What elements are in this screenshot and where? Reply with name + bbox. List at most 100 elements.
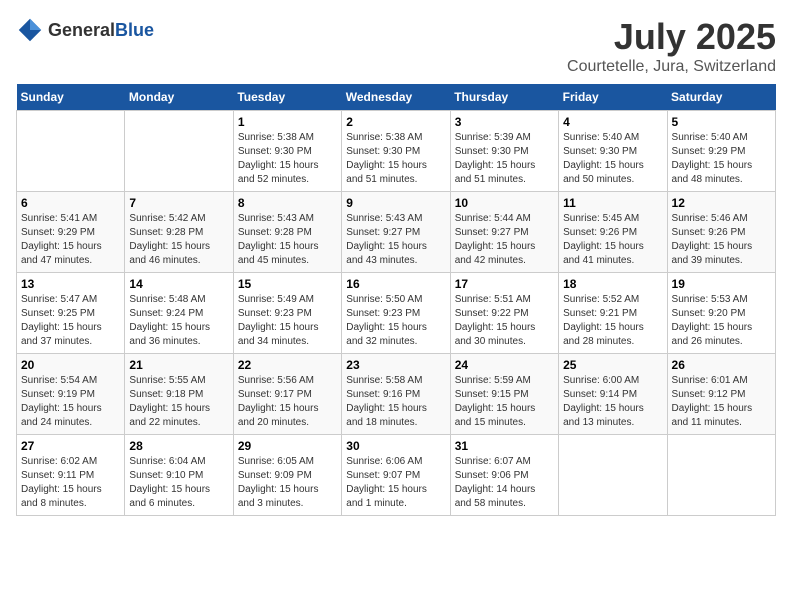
- day-number: 28: [129, 439, 228, 453]
- header-monday: Monday: [125, 84, 233, 111]
- calendar-week-row: 20 Sunrise: 5:54 AM Sunset: 9:19 PM Dayli…: [17, 354, 776, 435]
- calendar-week-row: 6 Sunrise: 5:41 AM Sunset: 9:29 PM Daylig…: [17, 192, 776, 273]
- calendar-cell: 2 Sunrise: 5:38 AM Sunset: 9:30 PM Daylig…: [342, 111, 450, 192]
- day-info: Sunrise: 6:05 AM Sunset: 9:09 PM Dayligh…: [238, 455, 337, 511]
- calendar-cell: 3 Sunrise: 5:39 AM Sunset: 9:30 PM Daylig…: [450, 111, 558, 192]
- day-number: 23: [346, 358, 445, 372]
- calendar-cell: 31 Sunrise: 6:07 AM Sunset: 9:06 PM Dayli…: [450, 435, 558, 516]
- calendar-cell: 14 Sunrise: 5:48 AM Sunset: 9:24 PM Dayli…: [125, 273, 233, 354]
- day-number: 8: [238, 196, 337, 210]
- page-header: GeneralBlue July 2025 Courtetelle, Jura,…: [16, 16, 776, 76]
- day-number: 20: [21, 358, 120, 372]
- day-number: 14: [129, 277, 228, 291]
- calendar-cell: 24 Sunrise: 5:59 AM Sunset: 9:15 PM Dayli…: [450, 354, 558, 435]
- day-info: Sunrise: 6:06 AM Sunset: 9:07 PM Dayligh…: [346, 455, 445, 511]
- logo: GeneralBlue: [16, 16, 154, 44]
- day-number: 30: [346, 439, 445, 453]
- calendar-header-row: SundayMondayTuesdayWednesdayThursdayFrid…: [17, 84, 776, 111]
- day-info: Sunrise: 5:50 AM Sunset: 9:23 PM Dayligh…: [346, 293, 445, 349]
- day-info: Sunrise: 5:45 AM Sunset: 9:26 PM Dayligh…: [563, 212, 662, 268]
- calendar-cell: 8 Sunrise: 5:43 AM Sunset: 9:28 PM Daylig…: [233, 192, 341, 273]
- day-info: Sunrise: 5:42 AM Sunset: 9:28 PM Dayligh…: [129, 212, 228, 268]
- day-number: 12: [672, 196, 771, 210]
- day-info: Sunrise: 5:55 AM Sunset: 9:18 PM Dayligh…: [129, 374, 228, 430]
- day-number: 25: [563, 358, 662, 372]
- calendar-cell: 28 Sunrise: 6:04 AM Sunset: 9:10 PM Dayli…: [125, 435, 233, 516]
- header-saturday: Saturday: [667, 84, 775, 111]
- calendar-cell: 25 Sunrise: 6:00 AM Sunset: 9:14 PM Dayli…: [559, 354, 667, 435]
- calendar-week-row: 27 Sunrise: 6:02 AM Sunset: 9:11 PM Dayli…: [17, 435, 776, 516]
- calendar-week-row: 13 Sunrise: 5:47 AM Sunset: 9:25 PM Dayli…: [17, 273, 776, 354]
- day-info: Sunrise: 6:00 AM Sunset: 9:14 PM Dayligh…: [563, 374, 662, 430]
- day-info: Sunrise: 6:07 AM Sunset: 9:06 PM Dayligh…: [455, 455, 554, 511]
- day-info: Sunrise: 6:01 AM Sunset: 9:12 PM Dayligh…: [672, 374, 771, 430]
- calendar-cell: 15 Sunrise: 5:49 AM Sunset: 9:23 PM Dayli…: [233, 273, 341, 354]
- month-year-title: July 2025: [567, 16, 776, 58]
- day-info: Sunrise: 5:39 AM Sunset: 9:30 PM Dayligh…: [455, 131, 554, 187]
- calendar-cell: 26 Sunrise: 6:01 AM Sunset: 9:12 PM Dayli…: [667, 354, 775, 435]
- day-info: Sunrise: 5:56 AM Sunset: 9:17 PM Dayligh…: [238, 374, 337, 430]
- day-info: Sunrise: 5:59 AM Sunset: 9:15 PM Dayligh…: [455, 374, 554, 430]
- calendar-cell: 5Sunrise: 5:40 AM Sunset: 9:29 PM Daylig…: [667, 111, 775, 192]
- day-number: 6: [21, 196, 120, 210]
- title-block: July 2025 Courtetelle, Jura, Switzerland: [567, 16, 776, 76]
- day-info: Sunrise: 5:41 AM Sunset: 9:29 PM Dayligh…: [21, 212, 120, 268]
- location-subtitle: Courtetelle, Jura, Switzerland: [567, 58, 776, 76]
- calendar-cell: 4 Sunrise: 5:40 AM Sunset: 9:30 PM Daylig…: [559, 111, 667, 192]
- day-info: Sunrise: 5:54 AM Sunset: 9:19 PM Dayligh…: [21, 374, 120, 430]
- logo-icon: [16, 16, 44, 44]
- day-number: 27: [21, 439, 120, 453]
- day-info: Sunrise: 5:52 AM Sunset: 9:21 PM Dayligh…: [563, 293, 662, 349]
- calendar-cell: [667, 435, 775, 516]
- day-number: 16: [346, 277, 445, 291]
- calendar-cell: 18 Sunrise: 5:52 AM Sunset: 9:21 PM Dayli…: [559, 273, 667, 354]
- calendar-cell: 21 Sunrise: 5:55 AM Sunset: 9:18 PM Dayli…: [125, 354, 233, 435]
- header-friday: Friday: [559, 84, 667, 111]
- logo-blue: Blue: [115, 20, 154, 40]
- day-number: 3: [455, 115, 554, 129]
- day-number: 22: [238, 358, 337, 372]
- calendar-cell: 17Sunrise: 5:51 AM Sunset: 9:22 PM Dayli…: [450, 273, 558, 354]
- day-number: 31: [455, 439, 554, 453]
- calendar-cell: 29 Sunrise: 6:05 AM Sunset: 9:09 PM Dayli…: [233, 435, 341, 516]
- calendar-cell: 19Sunrise: 5:53 AM Sunset: 9:20 PM Dayli…: [667, 273, 775, 354]
- day-info: Sunrise: 5:44 AM Sunset: 9:27 PM Dayligh…: [455, 212, 554, 268]
- calendar-cell: [125, 111, 233, 192]
- day-info: Sunrise: 5:38 AM Sunset: 9:30 PM Dayligh…: [346, 131, 445, 187]
- day-info: Sunrise: 5:43 AM Sunset: 9:28 PM Dayligh…: [238, 212, 337, 268]
- day-number: 1: [238, 115, 337, 129]
- day-info: Sunrise: 5:49 AM Sunset: 9:23 PM Dayligh…: [238, 293, 337, 349]
- day-number: 24: [455, 358, 554, 372]
- day-number: 15: [238, 277, 337, 291]
- day-number: 19: [672, 277, 771, 291]
- day-number: 29: [238, 439, 337, 453]
- day-number: 21: [129, 358, 228, 372]
- calendar-cell: 7 Sunrise: 5:42 AM Sunset: 9:28 PM Daylig…: [125, 192, 233, 273]
- day-info: Sunrise: 5:47 AM Sunset: 9:25 PM Dayligh…: [21, 293, 120, 349]
- day-number: 7: [129, 196, 228, 210]
- calendar-cell: 10 Sunrise: 5:44 AM Sunset: 9:27 PM Dayli…: [450, 192, 558, 273]
- calendar-table: SundayMondayTuesdayWednesdayThursdayFrid…: [16, 84, 776, 516]
- calendar-cell: 20 Sunrise: 5:54 AM Sunset: 9:19 PM Dayli…: [17, 354, 125, 435]
- calendar-cell: 6 Sunrise: 5:41 AM Sunset: 9:29 PM Daylig…: [17, 192, 125, 273]
- day-info: Sunrise: 6:04 AM Sunset: 9:10 PM Dayligh…: [129, 455, 228, 511]
- day-info: Sunrise: 5:51 AM Sunset: 9:22 PM Dayligh…: [455, 293, 554, 349]
- day-number: 9: [346, 196, 445, 210]
- day-number: 5: [672, 115, 771, 129]
- day-number: 13: [21, 277, 120, 291]
- day-info: Sunrise: 5:40 AM Sunset: 9:30 PM Dayligh…: [563, 131, 662, 187]
- calendar-cell: 30 Sunrise: 6:06 AM Sunset: 9:07 PM Dayli…: [342, 435, 450, 516]
- calendar-week-row: 1 Sunrise: 5:38 AM Sunset: 9:30 PM Daylig…: [17, 111, 776, 192]
- day-number: 10: [455, 196, 554, 210]
- day-number: 18: [563, 277, 662, 291]
- day-info: Sunrise: 5:58 AM Sunset: 9:16 PM Dayligh…: [346, 374, 445, 430]
- day-number: 2: [346, 115, 445, 129]
- header-thursday: Thursday: [450, 84, 558, 111]
- day-number: 26: [672, 358, 771, 372]
- calendar-cell: 27 Sunrise: 6:02 AM Sunset: 9:11 PM Dayli…: [17, 435, 125, 516]
- calendar-cell: 11Sunrise: 5:45 AM Sunset: 9:26 PM Dayli…: [559, 192, 667, 273]
- day-info: Sunrise: 5:48 AM Sunset: 9:24 PM Dayligh…: [129, 293, 228, 349]
- header-tuesday: Tuesday: [233, 84, 341, 111]
- day-number: 4: [563, 115, 662, 129]
- day-info: Sunrise: 6:02 AM Sunset: 9:11 PM Dayligh…: [21, 455, 120, 511]
